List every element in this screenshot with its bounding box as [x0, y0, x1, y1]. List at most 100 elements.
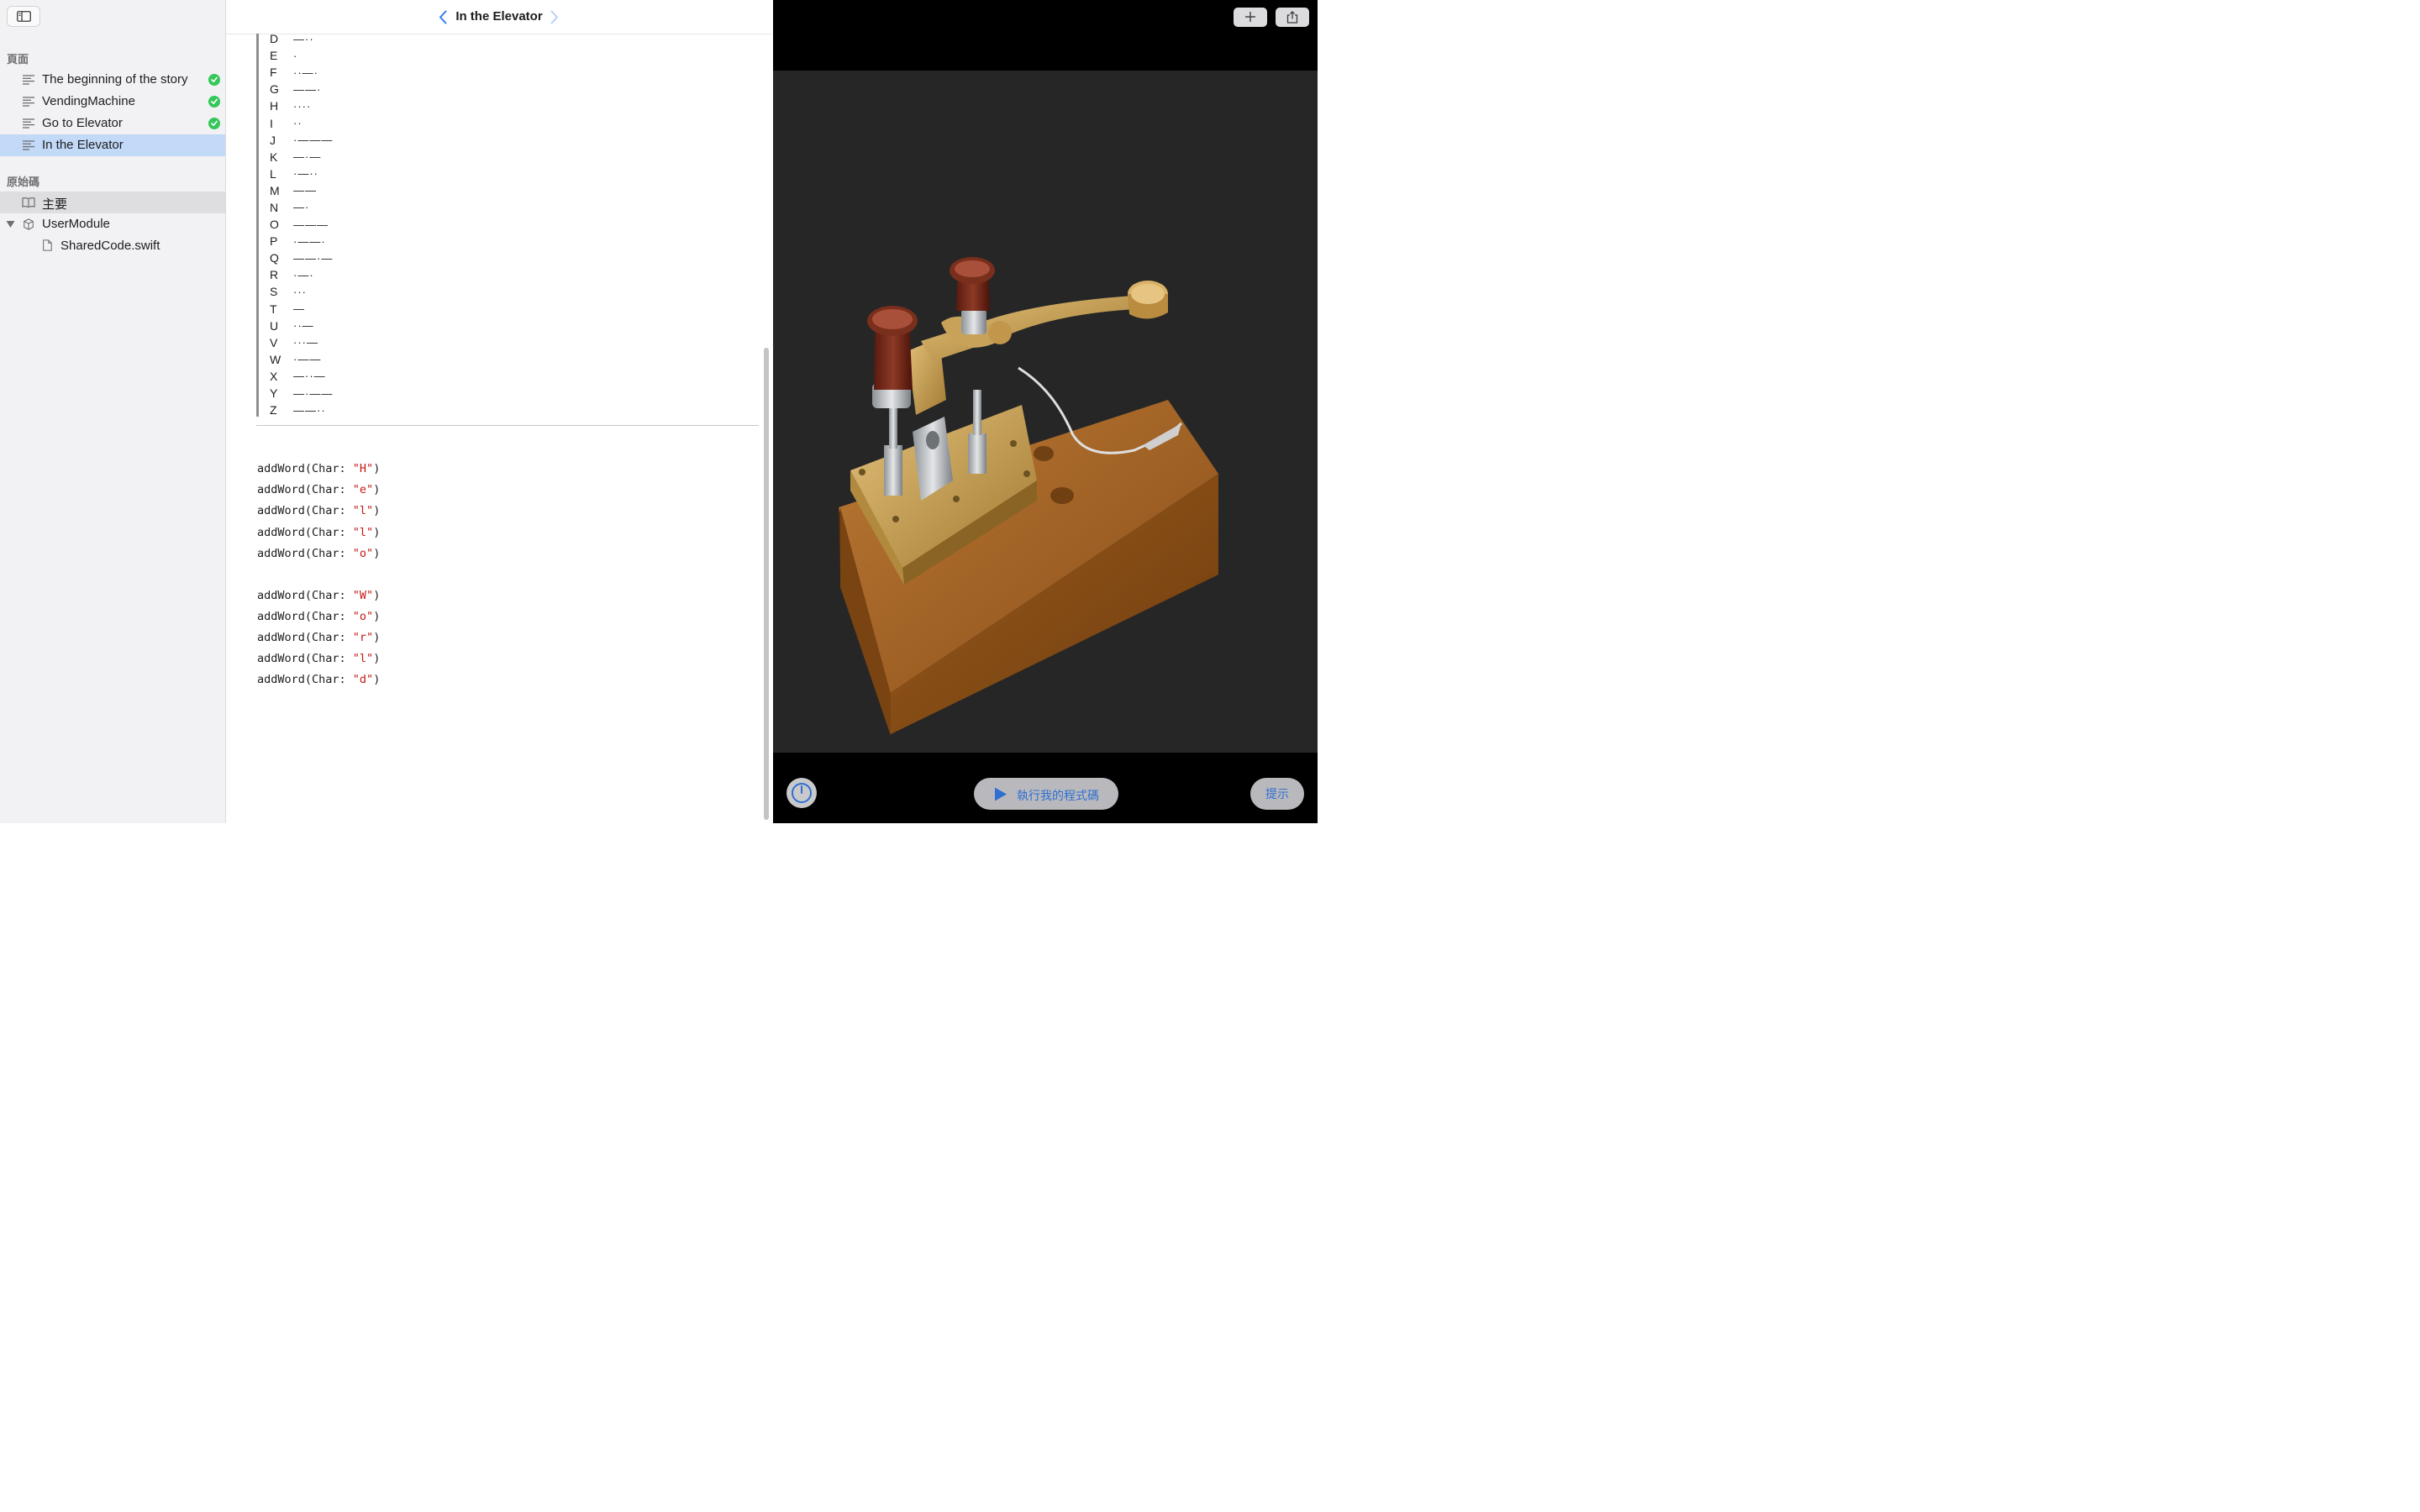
code-paren: ) — [373, 483, 381, 497]
code-line[interactable]: addWord(Char: "r") — [257, 629, 380, 650]
text-lines-icon — [23, 118, 34, 129]
morse-row: H ···· — [270, 97, 333, 114]
morse-code: ——— — [293, 218, 329, 231]
pages-section-header: 頁面 — [7, 53, 29, 66]
morse-table: D —·· E · F ··—· G ——· H ···· I ·· J ·——— K —·— L ·—·· M ——… — [270, 30, 333, 418]
share-button[interactable] — [1276, 8, 1309, 27]
playgrounds-window: 頁面 The beginning of the story VendingMach… — [0, 0, 1318, 823]
morse-code: —·—— — [293, 386, 334, 400]
morse-row: T — — [270, 301, 333, 318]
page-title: In the Elevator — [455, 9, 543, 24]
morse-letter: Q — [270, 251, 279, 265]
live-view: 執行我的程式碼 提示 — [773, 0, 1318, 823]
code-string-literal: "l" — [352, 525, 374, 539]
morse-code: ···— — [293, 336, 318, 349]
sidebar-item-label: The beginning of the story — [42, 72, 188, 87]
code-line[interactable]: addWord(Char: "W") — [257, 587, 380, 608]
speed-meter-button[interactable] — [786, 778, 817, 808]
morse-letter: P — [270, 234, 278, 249]
code-function: addWord(Char: — [257, 504, 353, 518]
morse-letter: D — [270, 32, 279, 46]
code-paren: ) — [373, 630, 381, 644]
morse-letter: U — [270, 318, 279, 333]
morse-row: Z ——·· — [270, 402, 333, 418]
morse-row: M —— — [270, 182, 333, 199]
divider — [256, 425, 759, 426]
quote-bar — [256, 34, 259, 417]
morse-row: E · — [270, 47, 333, 64]
code-line[interactable]: addWord(Char: "l") — [257, 524, 380, 545]
sidebar-item-label: Go to Elevator — [42, 116, 123, 130]
morse-letter: L — [270, 166, 276, 181]
code-line[interactable]: addWord(Char: "o") — [257, 545, 380, 566]
morse-row: V ···— — [270, 334, 333, 351]
code-line[interactable]: addWord(Char: "d") — [257, 671, 380, 692]
code-line[interactable]: addWord(Char: "l") — [257, 502, 380, 523]
morse-row: X —··— — [270, 368, 333, 385]
file-icon — [43, 239, 52, 251]
sidebar-item-main[interactable]: 主要 — [0, 192, 225, 213]
code-function: addWord(Char: — [257, 588, 353, 602]
code-function: addWord(Char: — [257, 673, 353, 687]
morse-row: L ·—·· — [270, 165, 333, 182]
scrollbar[interactable] — [764, 348, 769, 820]
sidebar-item-page[interactable]: In the Elevator — [0, 134, 225, 156]
morse-letter: O — [270, 218, 279, 232]
live-view-stage[interactable] — [773, 71, 1318, 753]
morse-code: ·——— — [293, 134, 334, 147]
morse-row: U ··— — [270, 318, 333, 334]
morse-row: S ··· — [270, 283, 333, 300]
morse-row: N —· — [270, 199, 333, 216]
morse-code: ··—· — [293, 66, 318, 79]
morse-code: ·—·· — [293, 167, 318, 181]
sidebar: 頁面 The beginning of the story VendingMach… — [0, 0, 226, 823]
sidebar-item-label: VendingMachine — [42, 94, 135, 108]
chevron-right-icon[interactable] — [550, 10, 559, 24]
sidebar-item-label: 主要 — [42, 197, 68, 212]
morse-letter: W — [270, 352, 281, 366]
morse-code: ···· — [293, 99, 312, 113]
code-function: addWord(Char: — [257, 546, 353, 560]
sidebar-item-page[interactable]: VendingMachine — [0, 91, 225, 113]
add-button[interactable] — [1234, 8, 1267, 27]
morse-letter: T — [270, 302, 277, 316]
morse-row: R ·—· — [270, 266, 333, 283]
sidebar-toggle-button[interactable] — [7, 6, 40, 27]
code-area[interactable]: addWord(Char: "H") addWord(Char: "e") addW… — [257, 460, 380, 692]
morse-row: W ·—— — [270, 351, 333, 368]
sidebar-item-page[interactable]: The beginning of the story — [0, 69, 225, 91]
morse-letter: E — [270, 49, 278, 63]
code-string-literal: "H" — [352, 462, 374, 475]
morse-row: F ··—· — [270, 64, 333, 81]
hint-button[interactable]: 提示 — [1250, 778, 1304, 810]
text-lines-icon — [23, 140, 34, 150]
sidebar-item-usermodule[interactable]: UserModule — [0, 213, 225, 235]
code-editor: In the Elevator D —·· E · F ··—· G ——· H ···· I ·· J… — [226, 0, 772, 823]
morse-letter: I — [270, 116, 273, 130]
code-line[interactable]: addWord(Char: "l") — [257, 650, 380, 671]
disclosure-triangle-icon[interactable] — [6, 220, 15, 228]
morse-code: — — [293, 302, 305, 316]
code-function: addWord(Char: — [257, 609, 353, 623]
code-string-literal: "e" — [352, 483, 374, 497]
morse-code: · — [293, 49, 298, 62]
sidebar-item-page[interactable]: Go to Elevator — [0, 113, 225, 134]
share-icon — [1286, 11, 1298, 24]
sidebar-item-sharedcode[interactable]: SharedCode.swift — [0, 235, 225, 257]
code-string-literal: "l" — [352, 504, 374, 518]
run-my-code-button[interactable]: 執行我的程式碼 — [974, 778, 1118, 810]
morse-letter: Z — [270, 403, 277, 417]
sidebar-icon — [17, 11, 31, 22]
code-line[interactable]: addWord(Char: "o") — [257, 608, 380, 629]
sidebar-item-label: In the Elevator — [42, 138, 124, 152]
morse-code: ——· — [293, 82, 322, 96]
code-line[interactable]: addWord(Char: "H") — [257, 460, 380, 481]
code-paren: ) — [373, 525, 381, 539]
morse-code: —·· — [293, 32, 314, 45]
morse-code: —— — [293, 184, 317, 197]
checkmark-icon — [208, 96, 220, 108]
code-paren: ) — [373, 588, 381, 602]
code-string-literal: "o" — [352, 546, 374, 560]
code-line[interactable]: addWord(Char: "e") — [257, 481, 380, 502]
morse-code: ·——· — [293, 234, 326, 248]
